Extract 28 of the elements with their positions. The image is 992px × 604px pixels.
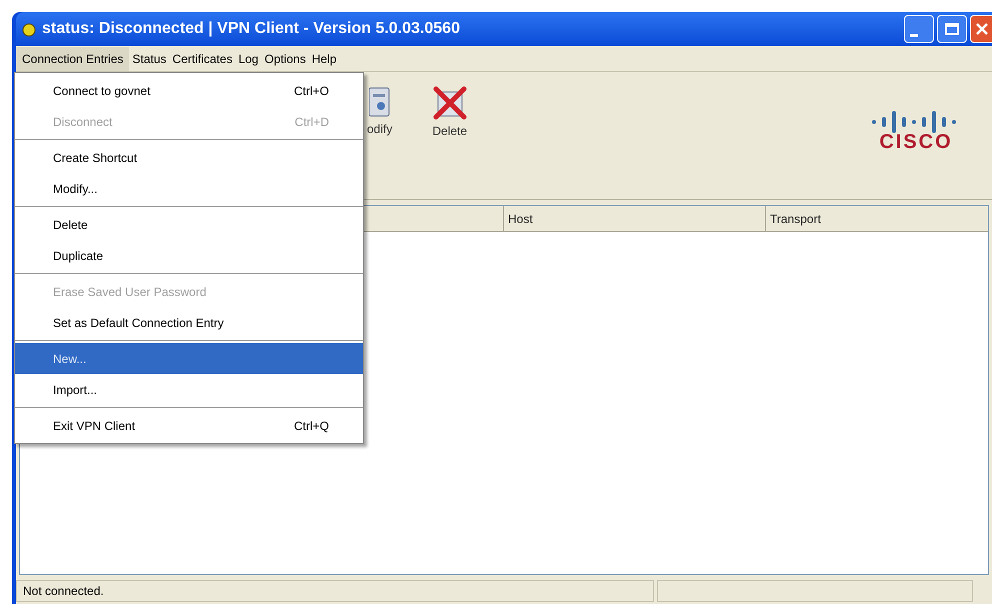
minimize-button[interactable]	[904, 15, 934, 43]
cisco-logo: CISCO	[856, 102, 976, 152]
close-icon	[976, 23, 988, 35]
menu-option[interactable]: Exit VPN Client Ctrl+Q	[15, 410, 363, 441]
toolbar-button[interactable]: Delete	[432, 86, 468, 140]
menu-option[interactable]: Create Shortcut	[15, 142, 363, 173]
menu-option[interactable]: Set as Default Connection Entry	[15, 307, 363, 338]
toolbar-button[interactable]: odify	[367, 86, 392, 140]
menu-option[interactable]: Modify...	[15, 173, 363, 204]
menu-item[interactable]: Connection Entries	[16, 46, 130, 70]
menu-option[interactable]: Connect to govnet Ctrl+O	[15, 75, 363, 106]
menu-item[interactable]: Options	[261, 46, 309, 70]
menu-option[interactable]: New...	[15, 343, 363, 374]
menu-option[interactable]: Duplicate	[15, 240, 363, 271]
document-icon	[368, 86, 391, 118]
column-header[interactable]: Host	[504, 206, 766, 232]
maximize-button[interactable]	[937, 15, 967, 43]
menu-option[interactable]: Delete	[15, 209, 363, 240]
status-message: Not connected.	[16, 580, 654, 602]
window-title: status: Disconnected | VPN Client - Version 5.0.03.0560	[42, 19, 460, 39]
column-header[interactable]: Transport	[766, 206, 988, 232]
menu-item[interactable]: Status	[129, 46, 170, 70]
delete-icon	[432, 86, 467, 120]
menu-item[interactable]: Log	[235, 46, 262, 70]
menu-item[interactable]: Help	[308, 46, 340, 70]
close-button[interactable]	[970, 15, 992, 43]
menu-item[interactable]: Certificates	[169, 46, 236, 70]
menu-option[interactable]: Import...	[15, 374, 363, 405]
